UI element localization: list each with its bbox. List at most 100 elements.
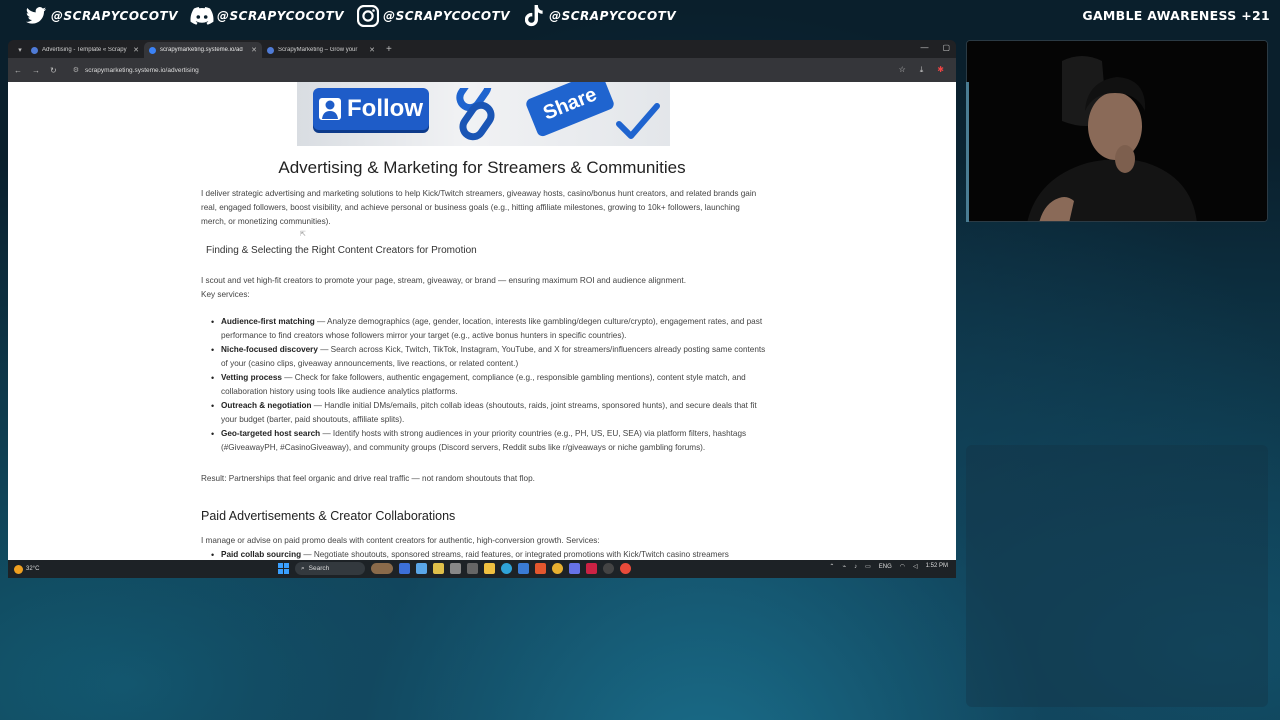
tab-advertising-template[interactable]: Advertising - Template « Scrapy ✕ [26,42,144,58]
microphone-icon[interactable]: ♪ [854,564,857,570]
section2-intro: I manage or advise on paid promo deals w… [201,536,600,545]
close-icon[interactable]: ✕ [251,46,257,54]
settings-gear-icon[interactable] [450,563,461,574]
close-icon[interactable]: ✕ [369,46,375,54]
wifi-icon[interactable]: ◠ [900,563,905,570]
new-tab-plus-icon[interactable]: + [386,42,392,58]
webcam-side-strip [966,82,969,222]
edge-browser-icon[interactable] [501,563,512,574]
tab-scrapymarketing-home[interactable]: ScrapyMarketing – Grow your ✕ [262,42,380,58]
gamble-awareness-notice: GAMBLE AWARENESS +21 [1082,8,1270,23]
paid-services-list: Paid collab sourcing — Negotiate shoutou… [211,548,773,560]
social-discord: @SCRAPYCOCOTV [190,4,344,28]
minimize-icon[interactable]: — [920,43,928,52]
language-indicator[interactable]: ENG [879,564,892,570]
list-item: Niche-focused discovery — Search across … [211,343,773,371]
section1-intro: I scout and vet high-fit creators to pro… [201,276,686,285]
maximize-icon[interactable]: ▢ [942,43,950,52]
tab-scrapymarketing-advertising[interactable]: scrapymarketing.systeme.io/ad ✕ [144,42,262,58]
web-page-content: Follow Share Advertising & Marketing for… [8,82,956,560]
wordpress-favicon-icon [267,46,274,54]
page-title: Advertising & Marketing for Streamers & … [278,158,686,177]
chat-icon[interactable] [433,563,444,574]
social-twitter: @SCRAPYCOCOTV [24,4,178,28]
close-icon[interactable]: ✕ [133,46,139,54]
webcam-feed [966,40,1268,222]
wordpress-favicon-icon [31,46,38,54]
site-favicon-icon [149,46,156,54]
weather-widget[interactable]: 32°C [14,564,114,574]
social-tiktok: @SCRAPYCOCOTV [522,4,676,28]
site-info-icon[interactable]: ⚙ [73,66,79,74]
chrome-app-icon[interactable] [620,563,631,574]
list-item: Paid collab sourcing — Negotiate shoutou… [211,548,773,560]
streamer-silhouette [967,41,1267,221]
services-list: Audience-first matching — Analyze demogr… [211,315,773,455]
tab-bar: ▾ Advertising - Template « Scrapy ✕ scra… [8,40,956,58]
store-icon[interactable] [518,563,529,574]
list-item: Vetting process — Check for fake followe… [211,371,773,399]
hero-image: Follow Share [297,82,670,146]
weather-sun-icon [14,564,23,574]
checkmark-icon [616,103,660,139]
url-field[interactable]: ⚙ scrapymarketing.systeme.io/advertising [67,62,899,78]
follow-graphic: Follow [313,88,429,130]
chrome-browser-icon[interactable] [552,563,563,574]
follow-label: Follow [347,95,423,122]
twitter-handle: @SCRAPYCOCOTV [51,9,179,23]
url-text: scrapymarketing.systeme.io/advertising [84,66,199,74]
list-item: Geo-targeted host search — Identify host… [211,427,773,455]
app-icon[interactable] [603,563,614,574]
chevron-up-icon[interactable]: ⌃ [829,563,834,570]
widgets-icon[interactable] [371,563,393,574]
browser-window: ▾ Advertising - Template « Scrapy ✕ scra… [8,40,956,578]
key-services-label: Key services: [201,290,250,299]
volume-icon[interactable]: ◁ [913,563,918,570]
chain-link-icon [456,88,495,141]
display-icon[interactable]: ▭ [865,563,871,570]
tiktok-icon [522,4,546,28]
share-graphic: Share [524,82,616,138]
result-paragraph: Result: Partnerships that feel organic a… [201,474,535,483]
overlay-panel [966,445,1268,707]
taskbar-apps: ⌕ Search [278,562,631,575]
bookmark-star-icon[interactable]: ☆ [899,65,906,75]
section-heading-paid-ads: Paid Advertisements & Creator Collaborat… [201,509,456,523]
window-controls: — ▢ [920,43,950,52]
instagram-handle: @SCRAPYCOCOTV [383,9,511,23]
mouse-cursor-icon: ⇱ [300,231,306,238]
twitter-icon [24,4,48,28]
back-arrow-icon[interactable]: ← [14,66,22,75]
download-icon[interactable]: ⤓ [920,65,924,75]
toolbar-icons: ☆ ⤓ ✱ [899,65,944,75]
stream-overlay-top-bar: @SCRAPYCOCOTV @SCRAPYCOCOTV @SCRAPYCOCOT… [0,0,1280,32]
network-icon[interactable]: ⌁ [842,563,846,570]
forward-arrow-icon[interactable]: → [32,66,40,75]
reload-icon[interactable]: ↻ [50,66,57,75]
file-explorer-icon[interactable] [484,563,495,574]
intro-paragraph: I deliver strategic advertising and mark… [201,189,757,226]
taskbar-search-label: Search [308,565,330,572]
instagram-icon [356,4,380,28]
address-bar-row: ← → ↻ ⚙ scrapymarketing.systeme.io/adver… [8,58,956,82]
obs-app-icon[interactable] [586,563,597,574]
windows-taskbar: 32°C ⌕ Search ⌃ ⌁ ♪ ▭ ENG ◠ ◁ 1:52 PM [8,560,956,578]
discord-handle: @SCRAPYCOCOTV [217,9,345,23]
taskbar-search[interactable]: ⌕ Search [295,562,365,575]
list-item: Audience-first matching — Analyze demogr… [211,315,773,343]
brave-browser-icon[interactable] [535,563,546,574]
temperature-text: 32°C [26,566,40,572]
windows-start-icon[interactable] [278,563,289,574]
discord-app-icon[interactable] [569,563,580,574]
extension-icon[interactable]: ✱ [937,65,944,75]
section-heading-finding-creators: Finding & Selecting the Right Content Cr… [206,245,477,256]
system-tray: ⌃ ⌁ ♪ ▭ ENG ◠ ◁ 1:52 PM [829,563,948,570]
tiktok-handle: @SCRAPYCOCOTV [549,9,677,23]
tab-search-icon[interactable]: ▾ [14,44,26,58]
search-icon: ⌕ [301,564,305,572]
taskbar-clock[interactable]: 1:52 PM [926,563,948,570]
copilot-icon[interactable] [416,563,427,574]
calculator-icon[interactable] [467,563,478,574]
task-view-icon[interactable] [399,563,410,574]
share-label: Share [539,82,600,125]
